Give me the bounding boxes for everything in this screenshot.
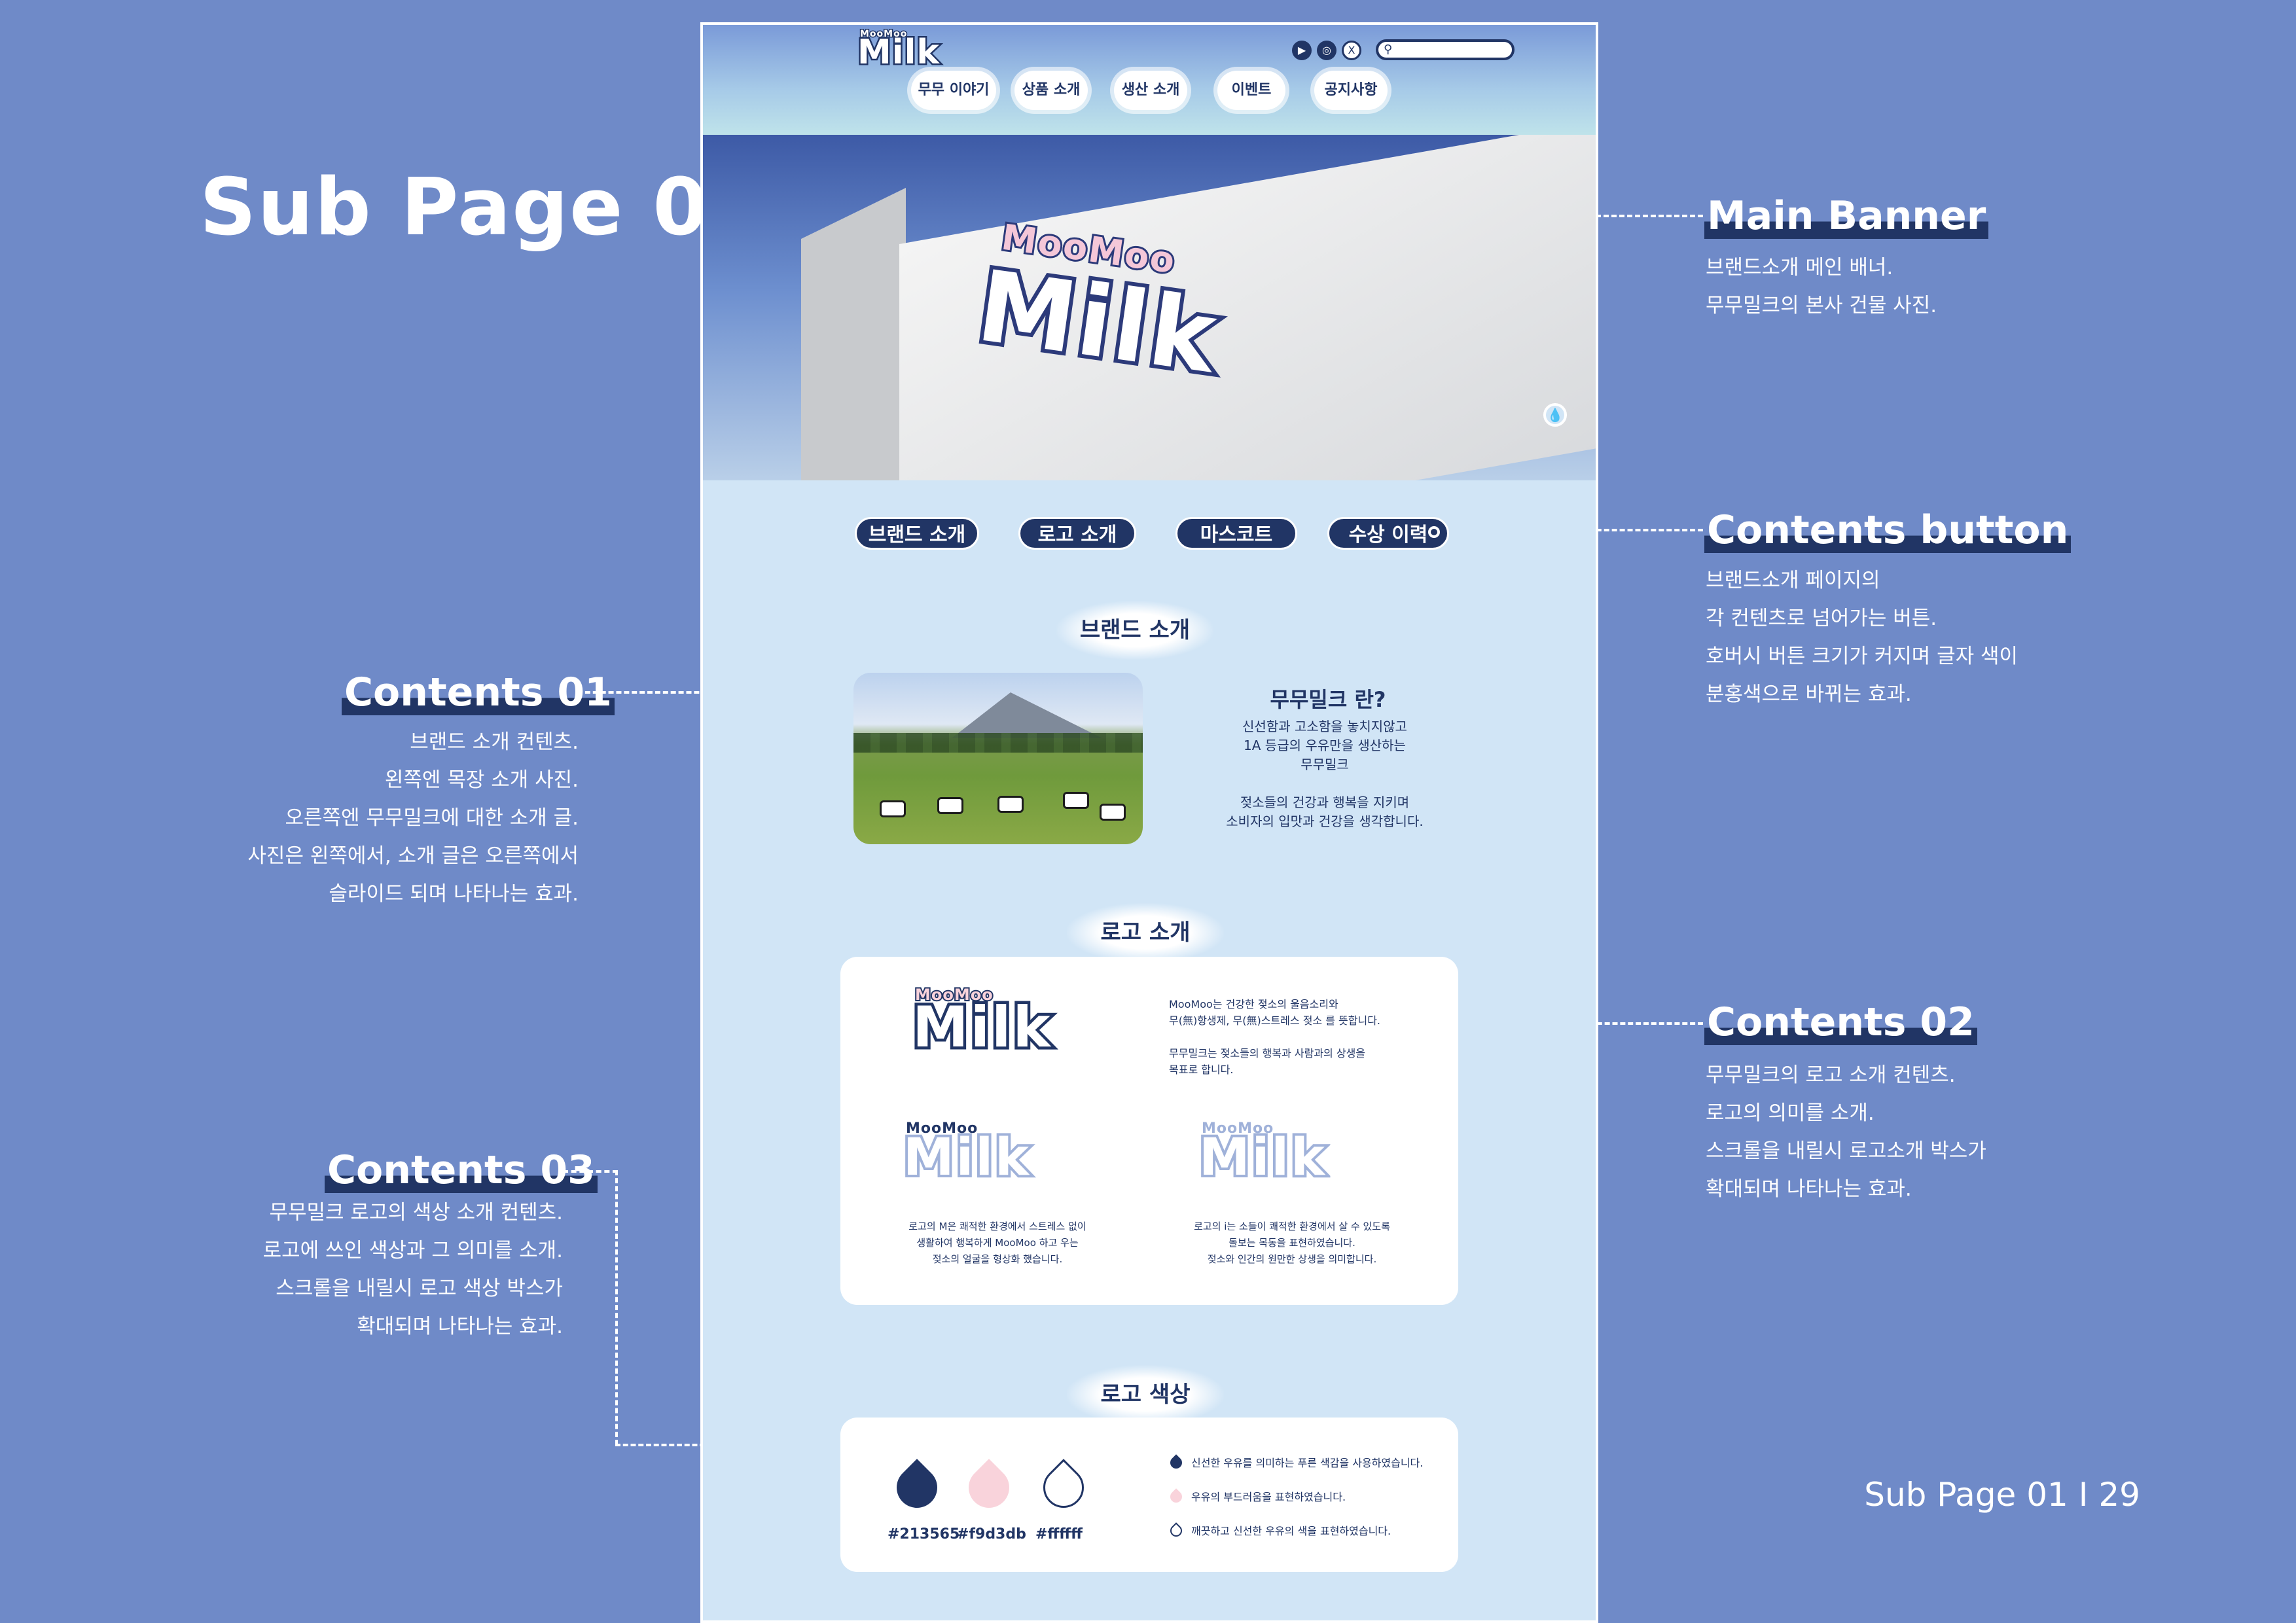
- logo-intro-card: MooMoo Milk MooMoo는 건강한 젖소의 울음소리와 무(無)항생…: [840, 957, 1458, 1305]
- annotation-line-contents-03-top: [563, 1170, 618, 1173]
- scroll-top-drop-icon[interactable]: 💧: [1543, 403, 1567, 427]
- photo-cow: [937, 797, 963, 814]
- annotation-desc-contents-button: 브랜드소개 페이지의 각 컨텐츠로 넘어가는 버튼. 호버시 버튼 크기가 커지…: [1706, 569, 2018, 706]
- nav-item-products[interactable]: 상품 소개: [1014, 71, 1088, 110]
- logo-m-text: 로고의 M은 쾌적한 환경에서 스트레스 없이 생활하여 행복하게 MooMoo…: [908, 1221, 1086, 1265]
- youtube-icon[interactable]: ▶: [1292, 41, 1312, 60]
- content-button-mascot[interactable]: 마스코트: [1175, 517, 1297, 550]
- annotation-title-contents-button: Contents button: [1704, 507, 2072, 553]
- x-icon[interactable]: X: [1342, 41, 1361, 60]
- color-bullet-white-icon: [1168, 1522, 1185, 1539]
- logo-main-text: MooMoo는 건강한 젖소의 울음소리와 무(無)항생제, 무(無)스트레스 …: [1169, 998, 1381, 1076]
- page-title: Sub Page 01: [200, 162, 765, 253]
- farm-photo: [853, 673, 1143, 844]
- annotation-line-contents-03-vertical: [615, 1170, 618, 1445]
- annotation-title-contents-03: Contents 03: [325, 1147, 598, 1193]
- annotation-title-contents-01: Contents 01: [342, 669, 615, 715]
- logo-color-card: #213565 #f9d3db #ffffff 신선한 우유를 의미하는 푸른 …: [840, 1418, 1458, 1572]
- content-button-brand[interactable]: 브랜드 소개: [855, 517, 979, 550]
- section-heading-logo: 로고 소개: [1067, 903, 1224, 962]
- logo-main-image: MooMoo Milk: [910, 984, 1054, 1063]
- search-icon: ⚲: [1384, 43, 1393, 56]
- nav-item-production[interactable]: 생산 소개: [1114, 71, 1187, 110]
- site-header: MooMoo Milk ▶ ◎ X ⚲ 무무 이야기 상품 소개 생산 소개 이…: [703, 25, 1596, 135]
- color-bullet-navy-icon: [1168, 1454, 1185, 1471]
- annotation-desc-contents-01: 브랜드 소개 컨텐츠. 왼쪽엔 목장 소개 사진. 오른쪽엔 무무밀크에 대한 …: [247, 730, 579, 906]
- photo-trees: [853, 733, 1143, 753]
- photo-cow: [880, 800, 906, 817]
- annotation-desc-contents-02: 무무밀크의 로고 소개 컨텐츠. 로고의 의미를 소개. 스크롤을 내릴시 로고…: [1706, 1063, 1986, 1201]
- color-desc-white: 깨끗하고 신선한 우유의 색을 표현하였습니다.: [1191, 1525, 1391, 1537]
- annotation-desc-contents-03: 무무밀크 로고의 색상 소개 컨텐츠. 로고에 쓰인 색상과 그 의미를 소개.…: [262, 1201, 563, 1338]
- color-drop-white-icon: [1035, 1459, 1092, 1516]
- logo-m-highlight-image: MooMoo Milk: [901, 1120, 1031, 1190]
- site-logo[interactable]: MooMoo Milk: [856, 28, 941, 74]
- section-heading-logo-color: 로고 색상: [1067, 1365, 1224, 1424]
- nav-item-notices[interactable]: 공지사항: [1314, 71, 1388, 110]
- color-hex-white: #ffffff: [1035, 1526, 1083, 1543]
- color-bullet-pink-icon: [1168, 1488, 1185, 1505]
- annotation-desc-main-banner: 브랜드소개 메인 배너. 무무밀크의 본사 건물 사진.: [1706, 256, 1937, 317]
- building-side: [801, 187, 906, 480]
- color-desc-navy: 신선한 우유를 의미하는 푸른 색감을 사용하였습니다.: [1191, 1457, 1424, 1469]
- annotation-title-main-banner: Main Banner: [1704, 193, 1989, 239]
- brand-intro-title: 무무밀크 란?: [1270, 687, 1386, 712]
- photo-cow: [1100, 804, 1126, 821]
- footer-page-label: Sub Page 01 I 29: [1864, 1476, 2140, 1514]
- search-input[interactable]: ⚲: [1376, 39, 1515, 60]
- annotation-title-contents-02: Contents 02: [1704, 999, 1977, 1045]
- section-heading-brand: 브랜드 소개: [1056, 601, 1213, 660]
- color-drop-navy-icon: [888, 1459, 946, 1516]
- nav-item-moomoo-story[interactable]: 무무 이야기: [911, 71, 996, 110]
- color-hex-pink: #f9d3db: [957, 1526, 1026, 1543]
- content-button-logo[interactable]: 로고 소개: [1018, 517, 1136, 550]
- main-banner: MooMoo Milk 💧: [703, 135, 1596, 480]
- photo-cow: [997, 796, 1024, 813]
- nav-item-events[interactable]: 이벤트: [1217, 71, 1285, 110]
- color-desc-pink: 우유의 부드러움을 표현하였습니다.: [1191, 1491, 1346, 1503]
- annotation-dot-contents-button: [1428, 526, 1440, 538]
- photo-cow: [1063, 792, 1089, 809]
- logo-i-highlight-image: MooMoo Milk: [1196, 1120, 1327, 1190]
- brand-intro-text: 신선함과 고소함을 놓치지않고 1A 등급의 우유만을 생산하는 무무밀크 젖소…: [1226, 719, 1424, 829]
- color-hex-navy: #213565: [888, 1526, 960, 1543]
- instagram-icon[interactable]: ◎: [1317, 41, 1336, 60]
- logo-i-text: 로고의 i는 소들이 쾌적한 환경에서 살 수 있도록 돌보는 목동을 표현하였…: [1194, 1221, 1390, 1265]
- photo-mountain: [952, 692, 1102, 738]
- site-mockup: MooMoo Milk ▶ ◎ X ⚲ 무무 이야기 상품 소개 생산 소개 이…: [700, 22, 1598, 1623]
- color-drop-pink-icon: [960, 1459, 1018, 1516]
